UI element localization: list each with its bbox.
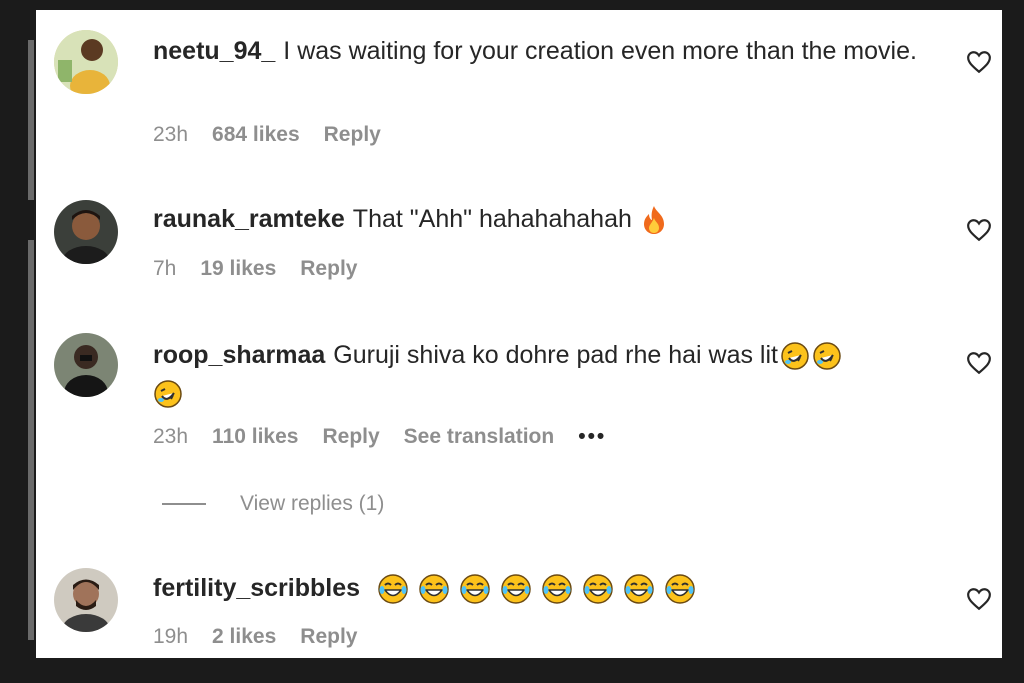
comments-panel: neetu_94_ I was waiting for your creation…: [36, 10, 1002, 658]
comment-time: 23h: [153, 123, 189, 146]
comment-text: roop_sharmaa Guruji shiva ko dohre pad rh…: [153, 336, 923, 412]
comment-time: 23h: [153, 425, 189, 448]
avatar[interactable]: [54, 333, 118, 397]
avatar-image: [54, 333, 118, 397]
joy-emoji-icon: [378, 574, 408, 605]
likes-count[interactable]: 110 likes: [212, 425, 298, 449]
comment-message: Guruji shiva ko dohre pad rhe hai was li…: [333, 341, 778, 369]
view-replies-label: View replies (1): [240, 492, 385, 515]
reply-button[interactable]: Reply: [324, 123, 381, 147]
frame-edge: [28, 240, 34, 640]
reply-button[interactable]: Reply: [300, 625, 357, 649]
emoji-row: [375, 574, 696, 605]
view-replies-button[interactable]: View replies (1): [162, 492, 384, 516]
joy-emoji-icon: [583, 574, 613, 605]
joy-emoji-icon: [542, 574, 572, 605]
see-translation-button[interactable]: See translation: [404, 425, 555, 449]
reply-button[interactable]: Reply: [300, 257, 357, 281]
comment-meta: 19h 2 likes Reply: [153, 625, 357, 649]
joy-emoji-icon: [501, 574, 531, 605]
joy-emoji-icon: [623, 574, 654, 605]
more-options-icon[interactable]: •••: [578, 425, 606, 449]
heart-icon[interactable]: [966, 351, 992, 375]
comment-time: 19h: [153, 625, 189, 648]
joy-emoji-icon: [460, 574, 490, 605]
likes-count[interactable]: 19 likes: [200, 257, 276, 281]
heart-icon[interactable]: [966, 218, 992, 242]
joy-emoji-icon: [664, 574, 695, 605]
comment-meta: 23h 684 likes Reply: [153, 123, 381, 147]
avatar-image: [54, 200, 118, 264]
avatar-image: [54, 30, 118, 94]
heart-icon[interactable]: [966, 587, 992, 611]
comment-username[interactable]: neetu_94_: [153, 37, 275, 65]
avatar-image: [54, 568, 118, 632]
comment-meta: 7h 19 likes Reply: [153, 257, 357, 281]
avatar[interactable]: [54, 568, 118, 632]
comment-text: raunak_ramteke That "Ahh" hahahahahah: [153, 200, 923, 238]
comment-text: neetu_94_ I was waiting for your creation…: [153, 32, 923, 70]
likes-count[interactable]: 684 likes: [212, 123, 300, 147]
comment-message: I was waiting for your creation even mor…: [283, 37, 917, 65]
replies-divider: [162, 503, 206, 505]
likes-count[interactable]: 2 likes: [212, 625, 276, 649]
comment-time: 7h: [153, 257, 177, 280]
reply-button[interactable]: Reply: [322, 425, 379, 449]
comment-message: That "Ahh" hahahahahah: [352, 205, 632, 233]
rofl-emoji-icon: [813, 342, 841, 371]
avatar[interactable]: [54, 30, 118, 94]
comment-username[interactable]: fertility_scribbles: [153, 574, 360, 602]
avatar[interactable]: [54, 200, 118, 264]
comment-username[interactable]: roop_sharmaa: [153, 341, 325, 369]
joy-emoji-icon: [419, 574, 449, 605]
rofl-emoji-icon: [781, 342, 809, 371]
heart-icon[interactable]: [966, 50, 992, 74]
comment-text: fertility_scribbles: [153, 569, 923, 607]
comment-username[interactable]: raunak_ramteke: [153, 205, 345, 233]
frame-edge: [28, 40, 34, 200]
rofl-emoji-icon: [154, 380, 182, 409]
comment-meta: 23h 110 likes Reply See translation •••: [153, 425, 606, 449]
fire-emoji-icon: [643, 206, 664, 235]
